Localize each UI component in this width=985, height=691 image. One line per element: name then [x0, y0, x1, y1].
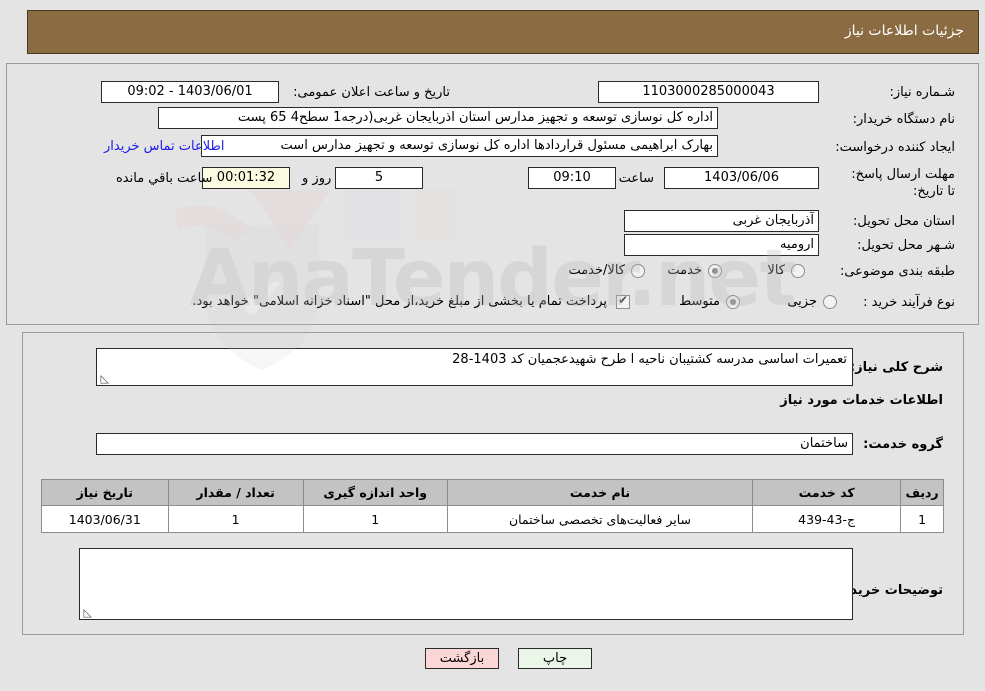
- buyer-notes-textarea[interactable]: ◺: [79, 548, 853, 620]
- radio-process-jozei-label: جزیی: [787, 294, 817, 309]
- need-number-value[interactable]: 1103000285000043: [598, 81, 819, 103]
- radio-category-kala[interactable]: [791, 264, 805, 278]
- radio-process-jozei[interactable]: [823, 295, 837, 309]
- buyer-contact-link[interactable]: اطلاعات تماس خریدار: [104, 139, 224, 154]
- page-title: جزئیات اطلاعات نیاز: [844, 23, 964, 39]
- remaining-days-value[interactable]: 5: [335, 167, 423, 189]
- service-group-value[interactable]: ساختمان: [96, 433, 853, 455]
- announce-datetime-value[interactable]: 1403/06/01 - 09:02: [101, 81, 279, 103]
- subject-category-label: طبقه بندی موضوعی:: [839, 264, 955, 279]
- radio-process-motevaset-label: متوسط: [679, 294, 720, 309]
- resize-grip-icon[interactable]: ◺: [99, 373, 109, 384]
- countdown-timer-value: 00:01:32: [202, 167, 290, 189]
- treasury-bonds-checkbox[interactable]: [616, 293, 630, 309]
- table-header-row: ردیف کد خدمت نام خدمت واحد اندازه گیری ت…: [41, 479, 944, 506]
- table-row: 1 ج-43-439 سایر فعالیت‌های تخصصی ساختمان…: [41, 505, 944, 533]
- buyer-org-label: نام دستگاه خریدار:: [852, 112, 955, 127]
- radio-category-khedmat-label: خدمت: [667, 263, 702, 278]
- resize-grip-icon-notes[interactable]: ◺: [82, 607, 92, 618]
- delivery-province-label: استان محل تحویل:: [853, 214, 955, 229]
- col-quantity: تعداد / مقدار: [167, 479, 304, 506]
- print-button[interactable]: چاپ: [518, 648, 592, 669]
- announce-datetime-label: تاریخ و ساعت اعلان عمومی:: [293, 85, 450, 100]
- cell-row: 1: [900, 505, 944, 533]
- radio-process-motevaset[interactable]: [726, 295, 740, 309]
- deadline-hour-label: ساعت: [618, 171, 654, 186]
- col-service-name: نام خدمت: [446, 479, 754, 506]
- radio-category-khedmat[interactable]: [708, 264, 722, 278]
- col-service-code: کد خدمت: [752, 479, 902, 506]
- services-table: ردیف کد خدمت نام خدمت واحد اندازه گیری ت…: [41, 479, 944, 533]
- deadline-hour-value[interactable]: 09:10: [528, 167, 616, 189]
- cell-service-name: سایر فعالیت‌های تخصصی ساختمان: [446, 505, 754, 533]
- col-row: ردیف: [900, 479, 944, 506]
- cell-service-code: ج-43-439: [752, 505, 902, 533]
- cell-unit: 1: [302, 505, 448, 533]
- page-header-bar: جزئیات اطلاعات نیاز: [27, 10, 979, 54]
- delivery-city-label: شـهر محل تحویل:: [857, 238, 955, 253]
- services-section-heading: اطلاعات خدمات مورد نیاز: [780, 393, 943, 408]
- need-summary-text: تعمیرات اساسی مدرسه کشتیبان ناحیه ا طرح …: [452, 352, 847, 367]
- buyer-org-value[interactable]: اداره کل نوسازی توسعه و تجهیز مدارس استا…: [158, 107, 718, 129]
- col-unit: واحد اندازه گیری: [302, 479, 448, 506]
- need-number-label: شـماره نیاز:: [889, 85, 955, 100]
- request-creator-value[interactable]: بهارک ابراهیمی مسئول قراردادها اداره کل …: [201, 135, 718, 157]
- need-summary-label: شرح کلی نیاز:: [849, 360, 943, 375]
- treasury-bonds-text: پرداخت تمام یا بخشی از مبلغ خرید،از محل …: [192, 294, 607, 309]
- cell-quantity: 1: [167, 505, 304, 533]
- cell-need-date: 1403/06/31: [41, 505, 169, 533]
- delivery-city-value[interactable]: ارومیه: [624, 234, 819, 256]
- radio-category-kala-khedmat-label: کالا/خدمت: [568, 263, 625, 278]
- response-deadline-label: مهلت ارسال پاسخ: تا تاریخ:: [851, 167, 955, 199]
- remaining-days-label: روز و: [302, 171, 332, 186]
- radio-category-kala-label: کالا: [767, 263, 785, 278]
- deadline-date-value[interactable]: 1403/06/06: [664, 167, 819, 189]
- delivery-province-value[interactable]: آذربایجان غربی: [624, 210, 819, 232]
- service-group-label: گروه خدمت:: [863, 437, 943, 452]
- countdown-timer-label: ساعت باقي مانده: [116, 171, 213, 186]
- radio-category-kala-khedmat[interactable]: [631, 264, 645, 278]
- back-button[interactable]: بازگشت: [425, 648, 499, 669]
- need-summary-textarea[interactable]: تعمیرات اساسی مدرسه کشتیبان ناحیه ا طرح …: [96, 348, 853, 386]
- purchase-process-label: نوع فرآیند خرید :: [863, 295, 955, 310]
- col-need-date: تاریخ نیاز: [41, 479, 169, 506]
- request-creator-label: ایجاد کننده درخواست:: [835, 140, 955, 155]
